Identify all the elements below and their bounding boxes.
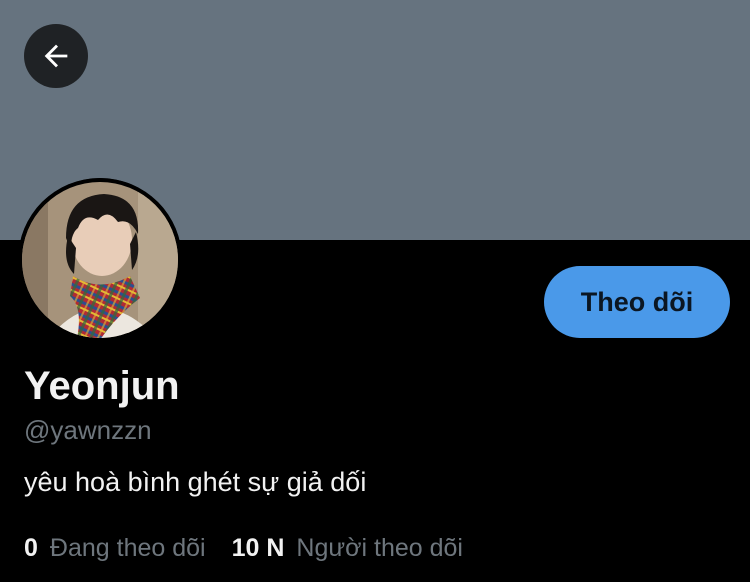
follow-stats: 0 Đang theo dõi 10 N Người theo dõi (24, 532, 463, 564)
arrow-left-icon (39, 39, 73, 73)
display-name: Yeonjun (24, 364, 180, 408)
profile-page: Theo dõi Yeonjun @yawnzzn yêu hoà bình g… (0, 0, 750, 582)
avatar[interactable] (18, 178, 182, 342)
followers-label: Người theo dõi (296, 534, 463, 562)
user-handle: @yawnzzn (24, 415, 152, 445)
profile-bio: yêu hoà bình ghét sự giả dối (24, 467, 367, 497)
following-label: Đang theo dõi (49, 534, 206, 562)
followers-count: 10 N (231, 534, 285, 562)
followers-stat[interactable]: 10 N Người theo dõi (232, 532, 463, 564)
follow-button[interactable]: Theo dõi (544, 266, 730, 338)
following-stat[interactable]: 0 Đang theo dõi (24, 532, 206, 564)
following-count: 0 (24, 534, 38, 562)
back-button[interactable] (24, 24, 88, 88)
